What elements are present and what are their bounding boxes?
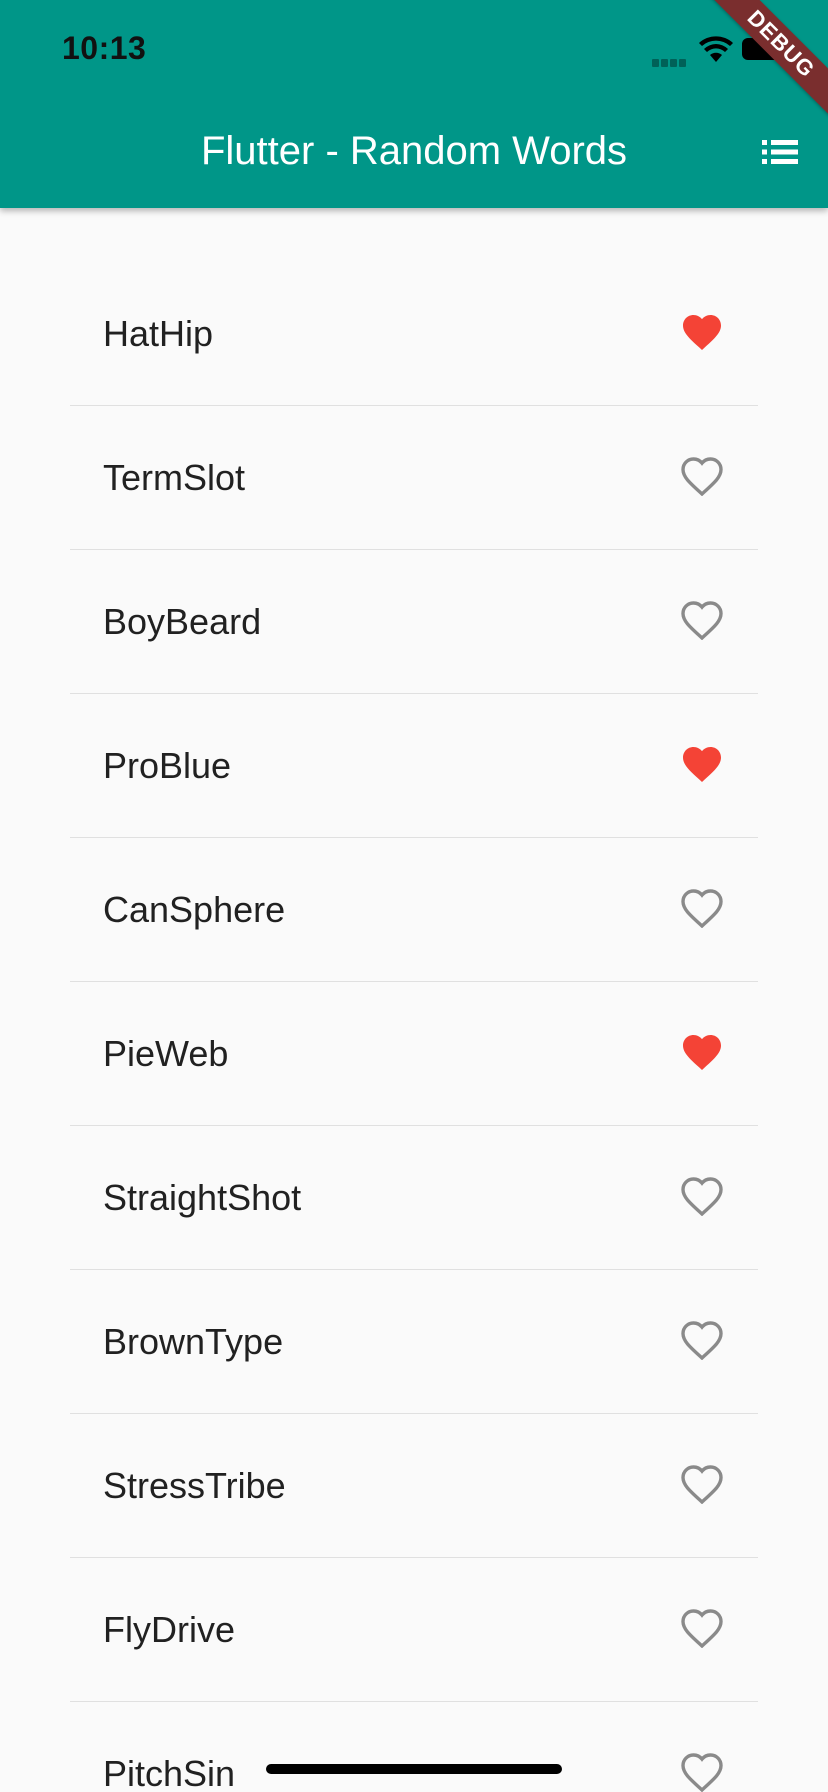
word-label: BoyBeard (103, 601, 262, 642)
list-item[interactable]: ProBlue (0, 694, 828, 838)
list-item[interactable]: FlyDrive (0, 1558, 828, 1702)
word-label: StraightShot (103, 1177, 302, 1218)
word-label: PieWeb (103, 1033, 229, 1074)
list-item[interactable]: PieWeb (0, 982, 828, 1126)
favorite-outline-icon[interactable] (680, 1176, 724, 1216)
list-item[interactable]: PitchSin (0, 1702, 828, 1792)
favorite-outline-icon[interactable] (680, 456, 724, 496)
list-item[interactable]: HatHip (0, 262, 828, 406)
list-item[interactable]: StraightShot (0, 1126, 828, 1270)
favorite-outline-icon[interactable] (680, 1320, 724, 1360)
favorite-filled-icon[interactable] (680, 312, 724, 352)
app-bar: 10:13 Flutter - Random Words (0, 0, 828, 208)
favorite-filled-icon[interactable] (680, 1032, 724, 1072)
list-item[interactable]: BoyBeard (0, 550, 828, 694)
favorite-outline-icon[interactable] (680, 1608, 724, 1648)
word-list: HatHip TermSlot BoyBeard ProBlue CanSphere Pi… (0, 262, 828, 1792)
list-item[interactable]: CanSphere (0, 838, 828, 982)
app-screen: 10:13 Flutter - Random Words DEBUG HatHi… (0, 0, 828, 1792)
favorite-filled-icon[interactable] (680, 744, 724, 784)
home-indicator[interactable] (266, 1764, 562, 1774)
wifi-icon (699, 36, 733, 62)
list-icon[interactable] (756, 130, 804, 174)
word-label: StressTribe (103, 1465, 286, 1506)
status-time: 10:13 (62, 30, 147, 66)
favorite-outline-icon[interactable] (680, 1752, 724, 1792)
word-label: FlyDrive (103, 1609, 235, 1650)
list-item[interactable]: BrownType (0, 1270, 828, 1414)
favorite-outline-icon[interactable] (680, 600, 724, 640)
word-label: PitchSin (103, 1753, 236, 1792)
favorite-outline-icon[interactable] (680, 1464, 724, 1504)
word-label: CanSphere (103, 889, 286, 930)
word-label: ProBlue (103, 745, 232, 786)
cellular-signal-icon (652, 54, 690, 67)
list-item[interactable]: TermSlot (0, 406, 828, 550)
favorite-outline-icon[interactable] (680, 888, 724, 928)
word-label: BrownType (103, 1321, 284, 1362)
word-label: HatHip (103, 313, 214, 354)
list-item[interactable]: StressTribe (0, 1414, 828, 1558)
word-label: TermSlot (103, 457, 246, 498)
page-title: Flutter - Random Words (200, 129, 628, 173)
